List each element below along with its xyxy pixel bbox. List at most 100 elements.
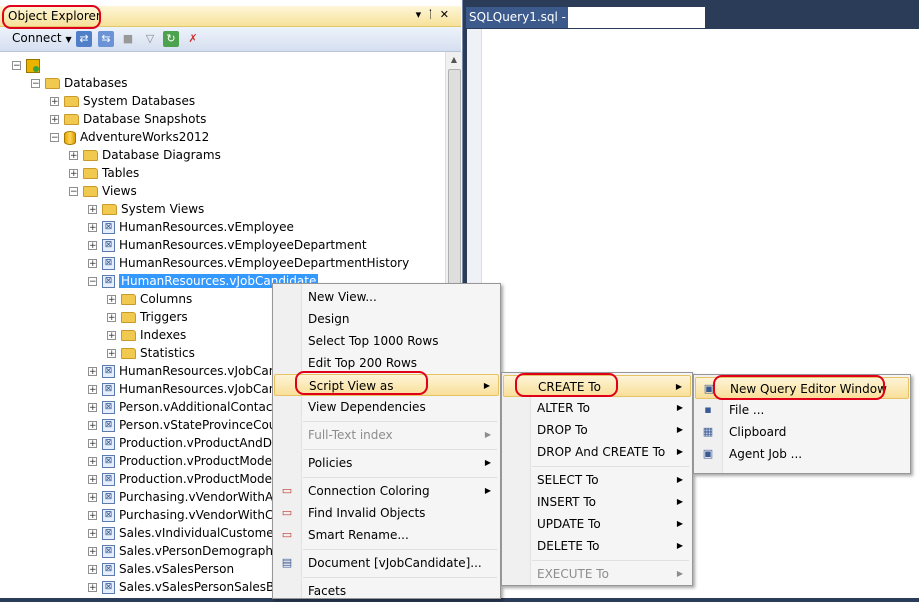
script-item-insert-to[interactable]: INSERT To ▶ [503, 491, 691, 513]
collapse-all-icon[interactable]: ✗ [185, 31, 201, 47]
tree-node[interactable]: + ⊠ HumanResources.vJobCanc [88, 362, 283, 380]
script-item-alter-to[interactable]: ALTER To ▶ [503, 397, 691, 419]
expand-icon[interactable]: + [88, 367, 97, 377]
menu-item-design[interactable]: Design [274, 308, 499, 330]
expand-icon[interactable]: + [88, 439, 97, 449]
tree-node-label[interactable]: Databases [64, 76, 128, 90]
expand-icon[interactable]: + [88, 475, 97, 485]
tree-node[interactable]: + ⊠ Purchasing.vVendorWithCo [88, 506, 281, 524]
expand-icon[interactable]: + [107, 313, 116, 323]
collapse-icon[interactable]: − [50, 133, 59, 143]
tree-node[interactable]: + Triggers [107, 308, 188, 326]
tree-node-label[interactable]: Sales.vPersonDemographics [119, 544, 289, 558]
menu-item-document-vjobcandidate[interactable]: ▤ Document [vJobCandidate]... [274, 552, 499, 574]
tree-node[interactable]: + ⊠ Person.vAdditionalContactI [88, 398, 281, 416]
tree-node[interactable]: + Database Snapshots [50, 110, 206, 128]
tree-node[interactable]: − AdventureWorks2012 [50, 128, 209, 146]
script-item-delete-to[interactable]: DELETE To ▶ [503, 535, 691, 557]
scroll-up-icon[interactable]: ▲ [446, 52, 462, 68]
tree-node[interactable]: + ⊠ Person.vStateProvinceCoun [88, 416, 284, 434]
tree-node-label[interactable]: Purchasing.vVendorWithAd [119, 490, 281, 504]
collapse-icon[interactable]: − [12, 61, 21, 71]
tree-node-label[interactable]: HumanResources.vEmployee [119, 220, 294, 234]
expand-icon[interactable]: + [69, 151, 78, 161]
tree-node-label[interactable]: Production.vProductModel [119, 454, 275, 468]
tree-node[interactable]: + ⊠ Production.vProductAndDe [88, 434, 279, 452]
expand-icon[interactable]: + [88, 547, 97, 557]
menu-item-policies[interactable]: Policies ▶ [274, 452, 499, 474]
tree-node-label[interactable]: Columns [140, 292, 192, 306]
collapse-icon[interactable]: − [88, 277, 97, 287]
title-bar-controls[interactable]: ▾ᛙ✕ [416, 8, 455, 21]
expand-icon[interactable]: + [88, 529, 97, 539]
script-item-update-to[interactable]: UPDATE To ▶ [503, 513, 691, 535]
tree-node[interactable]: + Indexes [107, 326, 186, 344]
tree-node-label[interactable]: AdventureWorks2012 [80, 130, 209, 144]
menu-item-script-view-as[interactable]: Script View as ▶ [274, 374, 499, 396]
tree-node[interactable]: + Tables [69, 164, 139, 182]
tree-node[interactable]: + ⊠ Production.vProductModel [88, 470, 275, 488]
expand-icon[interactable]: + [88, 421, 97, 431]
script-item-drop-and-create-to[interactable]: DROP And CREATE To ▶ [503, 441, 691, 463]
tree-node-label[interactable]: System Databases [83, 94, 195, 108]
tree-node-label[interactable]: HumanResources.vEmployeeDepartment [119, 238, 367, 252]
connect-object-explorer-icon[interactable]: ⇄ [76, 31, 92, 47]
expand-icon[interactable]: + [50, 97, 59, 107]
expand-icon[interactable]: + [88, 565, 97, 575]
collapse-icon[interactable]: − [69, 187, 78, 197]
stop-icon[interactable]: ■ [120, 31, 136, 47]
script-item-select-to[interactable]: SELECT To ▶ [503, 469, 691, 491]
tree-node[interactable]: + Database Diagrams [69, 146, 221, 164]
tree-node[interactable]: − Databases [31, 74, 128, 92]
filter-icon[interactable]: ▽ [142, 31, 158, 47]
tree-node[interactable]: + ⊠ Sales.vSalesPersonSalesByFi [88, 578, 291, 596]
tree-node[interactable]: + ⊠ HumanResources.vJobCanc [88, 380, 283, 398]
tree-node-label[interactable]: Views [102, 184, 137, 198]
tree-node-label[interactable]: Indexes [140, 328, 186, 342]
expand-icon[interactable]: + [88, 223, 97, 233]
expand-icon[interactable]: + [107, 349, 116, 359]
expand-icon[interactable]: + [107, 295, 116, 305]
pin-icon[interactable]: ᛙ [427, 8, 440, 21]
expand-icon[interactable]: + [107, 331, 116, 341]
collapse-icon[interactable]: − [31, 79, 40, 89]
tree-node-label[interactable]: Production.vProductAndDe [119, 436, 279, 450]
tree-node[interactable]: − Views [69, 182, 137, 200]
expand-icon[interactable]: + [88, 457, 97, 467]
tree-node-label[interactable]: Person.vAdditionalContactI [119, 400, 281, 414]
tree-node-label[interactable]: Purchasing.vVendorWithCo [119, 508, 281, 522]
refresh-icon[interactable]: ↻ [163, 31, 179, 47]
menu-item-new-view[interactable]: New View... [274, 286, 499, 308]
tree-node-label[interactable]: Sales.vSalesPersonSalesByFi [119, 580, 291, 594]
tree-node-label[interactable]: HumanResources.vJobCanc [119, 382, 283, 396]
menu-item-find-invalid-objects[interactable]: ▭ Find Invalid Objects [274, 502, 499, 524]
query-editor-tab[interactable]: SQLQuery1.sql - [466, 7, 705, 28]
tree-node-label[interactable]: Sales.vIndividualCustomer [119, 526, 279, 540]
tree-node[interactable]: + System Databases [50, 92, 195, 110]
create-item-new-query-editor-window[interactable]: ▣ New Query Editor Window [695, 377, 909, 399]
tree-node[interactable]: + ⊠ HumanResources.vEmployeeDepartment [88, 236, 367, 254]
menu-item-edit-top-200-rows[interactable]: Edit Top 200 Rows [274, 352, 499, 374]
tree-node[interactable]: + Statistics [107, 344, 195, 362]
script-item-drop-to[interactable]: DROP To ▶ [503, 419, 691, 441]
tree-node-label[interactable]: Tables [102, 166, 139, 180]
create-item-file[interactable]: ▪ File ... [695, 399, 909, 421]
expand-icon[interactable]: + [88, 511, 97, 521]
tree-node-label[interactable]: HumanResources.vJobCanc [119, 364, 283, 378]
expand-icon[interactable]: + [88, 583, 97, 593]
tree-node-label[interactable]: Statistics [140, 346, 195, 360]
tree-node-label[interactable]: Triggers [140, 310, 188, 324]
expand-icon[interactable]: + [88, 259, 97, 269]
expand-icon[interactable]: + [88, 403, 97, 413]
script-item-create-to[interactable]: CREATE To ▶ [503, 375, 691, 397]
tree-node-label[interactable]: Database Diagrams [102, 148, 221, 162]
tree-node[interactable]: + Columns [107, 290, 192, 308]
tree-node[interactable]: + ⊠ Sales.vIndividualCustomer [88, 524, 279, 542]
tree-node[interactable]: + ⊠ Purchasing.vVendorWithAd [88, 488, 281, 506]
tree-node-label[interactable]: System Views [121, 202, 204, 216]
expand-icon[interactable]: + [50, 115, 59, 125]
menu-item-facets[interactable]: Facets [274, 580, 499, 602]
tree-node-label[interactable]: Database Snapshots [83, 112, 206, 126]
tree-node[interactable]: + ⊠ Production.vProductModel [88, 452, 275, 470]
expand-icon[interactable]: + [88, 241, 97, 251]
